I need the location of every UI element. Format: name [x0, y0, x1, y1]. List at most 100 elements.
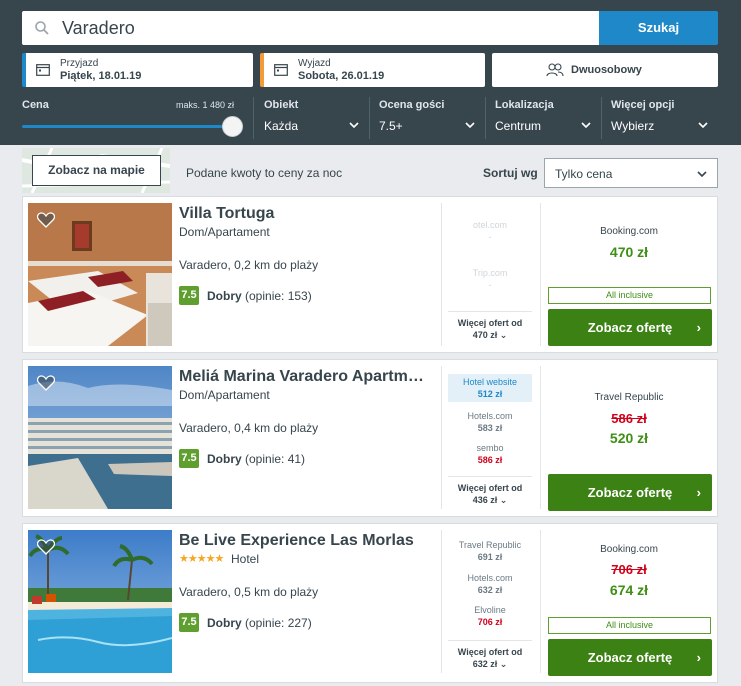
partner-offer[interactable]: Hotel website 512 zł [448, 374, 532, 402]
best-deal-price[interactable]: 520 zł [548, 430, 710, 446]
location-filter-dropdown[interactable]: Centrum [495, 119, 541, 133]
hotel-name[interactable]: Villa Tortuga [179, 205, 429, 223]
hotel-card[interactable]: Villa Tortuga Dom/Apartament Varadero, 0… [22, 196, 718, 353]
partner-site: Hotels.com [467, 411, 513, 421]
rating-badge: 7.5 [179, 286, 199, 305]
rating-badge: 7.5 [179, 449, 199, 468]
divider [540, 203, 541, 346]
favorite-heart-icon[interactable] [37, 539, 55, 555]
partner-offer[interactable]: otel.com - [448, 219, 532, 243]
chevron-right-icon: › [696, 650, 701, 665]
hotel-name[interactable]: Meliá Marina Varadero Apartments [179, 368, 429, 386]
more-offers-price: 436 zł [472, 495, 498, 505]
sort-dropdown[interactable]: Tylko cena [544, 158, 718, 188]
favorite-heart-icon[interactable] [37, 375, 55, 391]
more-offers-price: 470 zł [472, 330, 498, 340]
partner-price: 691 zł [477, 552, 503, 562]
calendar-icon [274, 64, 288, 76]
show-map-button[interactable]: Zobacz na mapie [32, 155, 161, 186]
old-price: 706 zł [611, 562, 647, 577]
hotel-photo[interactable] [28, 203, 172, 346]
favorite-heart-icon[interactable] [37, 212, 55, 228]
more-offers-price: 632 zł [472, 659, 498, 669]
partner-price: 632 zł [477, 585, 503, 595]
object-filter-dropdown[interactable]: Każda [264, 119, 298, 133]
rating-text[interactable]: Dobry (opinie: 41) [207, 452, 305, 466]
hotel-location: Varadero, 0,2 km do plaży [179, 258, 319, 272]
hotel-type: Hotel [231, 552, 260, 566]
hotel-type: Dom/Apartament [179, 388, 270, 402]
chevron-down-icon: ⌄ [499, 330, 508, 340]
hotel-location: Varadero, 0,5 km do plaży [179, 585, 319, 599]
rating-word: Dobry [207, 452, 242, 466]
rating-filter-dropdown[interactable]: 7.5+ [379, 119, 403, 133]
search-button[interactable]: Szukaj [599, 11, 718, 45]
hotel-type: Dom/Apartament [179, 225, 270, 239]
hotel-location: Varadero, 0,4 km do plaży [179, 421, 319, 435]
filter-divider [253, 97, 254, 139]
more-offers-link[interactable]: Więcej ofert od 632 zł ⌄ [448, 640, 532, 670]
checkout-date-picker[interactable]: Wyjazd Sobota, 26.01.19 [260, 53, 485, 87]
view-deal-button[interactable]: Zobacz ofertę › [548, 474, 712, 511]
price-slider-track[interactable] [22, 125, 232, 128]
divider [441, 203, 442, 346]
more-offers-label: Więcej ofert od [457, 647, 523, 657]
results-toolbar: Zobacz na mapie Podane kwoty to ceny za … [0, 145, 741, 195]
view-deal-button[interactable]: Zobacz ofertę › [548, 309, 712, 346]
more-offers-link[interactable]: Więcej ofert od 470 zł ⌄ [448, 311, 532, 341]
checkin-value: Piątek, 18.01.19 [60, 70, 142, 82]
partner-offer[interactable]: Elvoline 706 zł [448, 604, 532, 628]
checkin-date-picker[interactable]: Przyjazd Piątek, 18.01.19 [22, 53, 253, 87]
view-deal-button[interactable]: Zobacz ofertę › [548, 639, 712, 676]
chevron-down-icon [581, 122, 591, 129]
rating-text[interactable]: Dobry (opinie: 227) [207, 616, 312, 630]
filter-divider [485, 97, 486, 139]
partner-offer[interactable]: sembo 586 zł [448, 442, 532, 466]
old-price: 586 zł [611, 411, 647, 426]
sort-value: Tylko cena [555, 167, 613, 181]
guests-icon [546, 63, 564, 77]
room-type-selector[interactable]: Dwuosobowy [492, 53, 718, 87]
hotel-photo[interactable] [28, 530, 172, 673]
chevron-down-icon [697, 171, 707, 178]
chevron-down-icon [698, 122, 708, 129]
hotel-card[interactable]: Meliá Marina Varadero Apartments Dom/Apa… [22, 359, 718, 517]
chevron-down-icon [465, 122, 475, 129]
view-deal-label: Zobacz ofertę [587, 650, 673, 665]
partner-offer[interactable]: Hotels.com 632 zł [448, 572, 532, 596]
more-options-title: Więcej opcji [611, 99, 675, 111]
filter-divider [369, 97, 370, 139]
destination-value: Varadero [62, 18, 135, 38]
chevron-right-icon: › [696, 485, 701, 500]
filter-divider [601, 97, 602, 139]
hotel-name[interactable]: Be Live Experience Las Morlas [179, 532, 429, 550]
price-slider-handle[interactable] [222, 116, 243, 137]
partner-offer[interactable]: Trip.com - [448, 267, 532, 291]
more-offers-label: Więcej ofert od [457, 483, 523, 493]
destination-search-input[interactable]: Varadero [22, 11, 599, 45]
rating-text[interactable]: Dobry (opinie: 153) [207, 289, 312, 303]
best-deal-site: Booking.com [600, 544, 658, 555]
hotel-photo[interactable] [28, 366, 172, 509]
more-offers-label: Więcej ofert od [457, 318, 523, 328]
partner-offer[interactable]: Hotels.com 583 zł [448, 410, 532, 434]
sort-label: Sortuj wg [483, 166, 538, 180]
chevron-down-icon: ⌄ [499, 659, 508, 669]
divider [540, 366, 541, 509]
hotel-card[interactable]: Be Live Experience Las Morlas ★★★★★ Hote… [22, 523, 718, 683]
partner-site: Travel Republic [458, 540, 522, 550]
review-count: (opinie: 41) [245, 452, 306, 466]
rating-badge: 7.5 [179, 613, 199, 632]
review-count: (opinie: 153) [245, 289, 312, 303]
partner-offer[interactable]: Travel Republic 691 zł [448, 539, 532, 563]
more-options-dropdown[interactable]: Wybierz [611, 119, 654, 133]
partner-price: 583 zł [477, 423, 503, 433]
best-deal-price[interactable]: 674 zł [548, 582, 710, 598]
best-deal-price[interactable]: 470 zł [548, 244, 710, 260]
chevron-right-icon: › [696, 320, 701, 335]
chevron-down-icon: ⌄ [499, 495, 508, 505]
calendar-icon [36, 64, 50, 76]
more-offers-link[interactable]: Więcej ofert od 436 zł ⌄ [448, 476, 532, 506]
search-icon [35, 21, 49, 35]
view-deal-label: Zobacz ofertę [587, 485, 673, 500]
